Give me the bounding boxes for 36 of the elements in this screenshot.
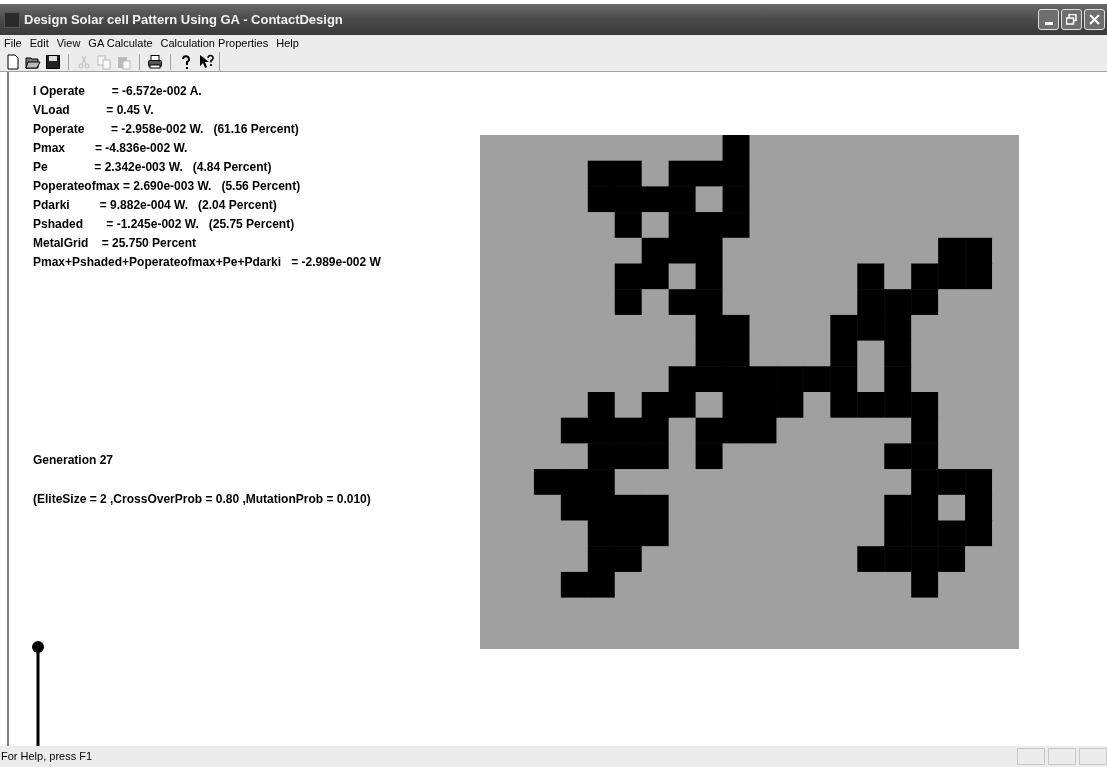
minimize-icon [1044, 22, 1053, 25]
result-line: I Operate = -6.572e-002 A. [33, 83, 203, 100]
result-line: Pmax = -4.836e-002 W. [33, 140, 189, 157]
menu-item[interactable]: File [4, 35, 22, 52]
save-button[interactable] [43, 52, 63, 71]
result-line: Pdarki = 9.882e-004 W. (2.04 Percent) [33, 197, 278, 214]
result-line: Pe = 2.342e-003 W. (4.84 Percent) [33, 159, 273, 176]
new-file-icon [5, 53, 21, 70]
window-title: Design Solar cell Pattern Using GA - ContactDesign [24, 10, 343, 29]
generation-label: Generation 27 [33, 452, 115, 469]
restore-icon [1066, 14, 1077, 25]
restore-button[interactable] [1061, 9, 1082, 30]
status-pane [1017, 748, 1045, 765]
pointer-question-icon [198, 53, 214, 70]
app-icon [4, 11, 20, 28]
menu-item[interactable]: GA Calculate [88, 35, 153, 52]
result-line: MetalGrid = 25.750 Percent [33, 235, 198, 252]
menu-item[interactable]: Edit [29, 35, 49, 52]
result-line: Poperate = -2.958e-002 W. (61.16 Percent) [33, 121, 300, 138]
menu-item[interactable]: Help [276, 35, 299, 52]
printer-icon [147, 53, 163, 70]
menu-item[interactable]: Calculation Properties [160, 35, 269, 52]
menu-item[interactable]: View [56, 35, 81, 52]
printer-button[interactable] [145, 52, 165, 71]
result-line: Pmax+Pshaded+Poperateofmax+Pe+Pdarki = -2.989e-002 W [33, 254, 382, 271]
result-line: Poperateofmax = 2.690e-003 W. (5.56 Percent) [33, 178, 302, 195]
status-text: For Help, press F1 [1, 749, 93, 765]
result-line: Pshaded = -1.245e-002 W. (25.75 Percent) [33, 216, 296, 233]
status-pane [1048, 748, 1076, 765]
save-icon [45, 53, 61, 70]
close-button[interactable] [1084, 9, 1105, 30]
minimize-button[interactable] [1038, 9, 1059, 30]
ga-parameters: (EliteSize = 2 ,CrossOverProb = 0.80 ,MutationProb = 0.010) [33, 491, 372, 508]
status-pane [1079, 748, 1107, 765]
result-line: VLoad = 0.45 V. [33, 102, 155, 119]
close-icon [1089, 14, 1100, 25]
